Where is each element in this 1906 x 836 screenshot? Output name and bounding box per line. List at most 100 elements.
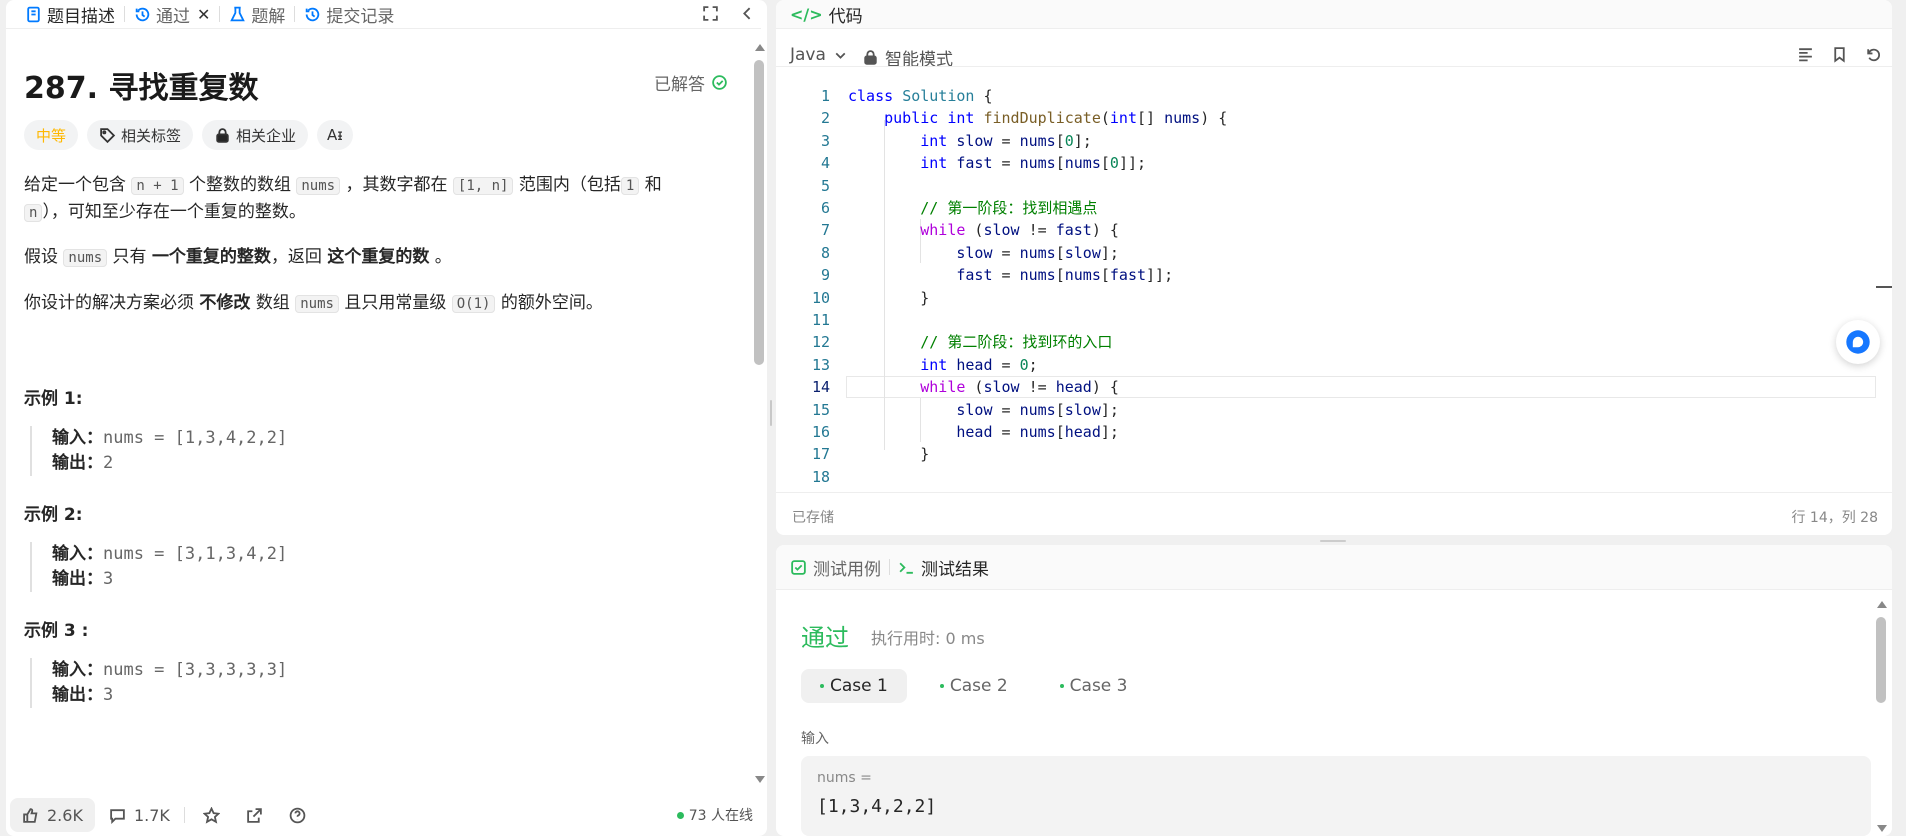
- code-line: 10 }: [811, 288, 930, 307]
- history-icon: [135, 7, 150, 21]
- tab-submissions-label: 提交记录: [326, 6, 395, 27]
- tab-solutions-label: 题解: [251, 6, 286, 27]
- code-header: </> 代码: [776, 0, 1892, 28]
- code-panel: </> 代码 Java 智能模式 1 class Solution { 2 pub…: [776, 0, 1892, 535]
- variable-value: [1,3,4,2,2]: [817, 796, 937, 817]
- like-count: 2.6K: [47, 805, 83, 825]
- variable-name: nums =: [817, 770, 872, 786]
- code-line: 12 // 第二阶段：找到环的入口: [811, 333, 1113, 352]
- collapse-icon[interactable]: [739, 5, 756, 22]
- assistant-button[interactable]: [1836, 320, 1880, 364]
- star-icon[interactable]: [202, 806, 220, 824]
- problem-title: 287. 寻找重复数: [24, 71, 259, 106]
- related-companies-label: 相关企业: [236, 126, 297, 145]
- code-line: 8 slow = nums[slow];: [820, 243, 1119, 262]
- language-label: Java: [790, 45, 826, 65]
- save-status: 已存储: [792, 510, 834, 526]
- terminal-icon: [899, 562, 913, 574]
- chat-bubble-icon: [1846, 330, 1870, 354]
- case-tab[interactable]: Case 2: [921, 669, 1027, 703]
- comment-count: 1.7K: [133, 805, 170, 825]
- cursor-position: 行 14，列 28: [1791, 510, 1878, 526]
- lock-icon: [864, 50, 877, 65]
- solved-status: 已解答: [654, 70, 728, 95]
- help-icon[interactable]: [289, 807, 306, 824]
- scroll-up-arrow[interactable]: [1877, 601, 1887, 608]
- result-status: 通过: [801, 624, 849, 652]
- thumbs-up-icon: [23, 807, 38, 823]
- like-button[interactable]: 2.6K: [10, 798, 95, 832]
- code-line: 17 }: [811, 445, 930, 464]
- description-paragraph-3: 你设计的解决方案必须 不修改 数组 nums 且只用常量级 O(1) 的额外空间…: [24, 293, 603, 313]
- code-line: 3 int slow = nums[0];: [820, 131, 1092, 150]
- divider: [776, 492, 1892, 493]
- comments-button[interactable]: 1.7K: [95, 806, 184, 825]
- tab-accepted-label: 通过: [156, 6, 190, 27]
- code-title: 代码: [828, 6, 863, 27]
- vertical-resize-handle[interactable]: [770, 400, 772, 426]
- code-line: 13 int head = 0;: [811, 355, 1038, 374]
- example-block: 输入：nums = [1,3,4,2,2] 输出：2: [30, 426, 287, 476]
- code-icon: </>: [790, 4, 823, 24]
- case-tab[interactable]: Case 3: [1041, 669, 1147, 703]
- related-tags-label: 相关标签: [121, 126, 182, 145]
- description-paragraph-2: 假设 nums 只有 一个重复的整数，返回 这个重复的数 。: [24, 247, 452, 267]
- related-companies-button[interactable]: 相关企业: [202, 120, 309, 150]
- tab-accepted[interactable]: 通过 ✕: [125, 0, 219, 28]
- case-tabs: Case 1 Case 2 Case 3: [801, 669, 1146, 703]
- related-tags-button[interactable]: 相关标签: [87, 120, 194, 150]
- lock-icon: [216, 127, 229, 143]
- scrollbar-thumb[interactable]: [1876, 617, 1886, 703]
- input-box: nums = [1,3,4,2,2]: [801, 756, 1871, 836]
- left-tab-bar: 题目描述 通过 ✕ 题解 提交记录: [6, 0, 767, 28]
- online-dot: [676, 811, 684, 819]
- close-icon[interactable]: ✕: [197, 5, 210, 24]
- divider: [776, 28, 1892, 29]
- reset-icon[interactable]: [1865, 46, 1882, 63]
- case-label: Case 2: [949, 676, 1008, 696]
- code-line: 18: [811, 467, 830, 486]
- fullscreen-icon[interactable]: [702, 5, 719, 22]
- code-editor[interactable]: 1 class Solution { 2 public int findDupli…: [776, 85, 1876, 486]
- language-select[interactable]: Java: [790, 45, 849, 65]
- chevron-down-icon: [835, 52, 846, 59]
- translate-icon: Aᵻ: [327, 126, 343, 144]
- divider: [183, 807, 185, 823]
- tab-submissions[interactable]: 提交记录: [295, 0, 403, 28]
- example-heading: 示例 1:: [24, 389, 83, 409]
- code-line: 14 while (slow != head) {: [811, 378, 1119, 397]
- scroll-down-arrow[interactable]: [755, 776, 765, 783]
- checkbox-icon: [791, 559, 806, 575]
- example-block: 输入：nums = [3,3,3,3,3] 输出：3: [30, 658, 287, 708]
- example-heading: 示例 3 :: [24, 621, 89, 641]
- tab-description[interactable]: 题目描述: [16, 0, 124, 28]
- scroll-down-arrow[interactable]: [1877, 825, 1887, 832]
- problem-footer: 2.6K 1.7K 73 人在线: [6, 794, 767, 836]
- tab-solutions[interactable]: 题解: [220, 0, 294, 28]
- online-users: 73 人在线: [676, 805, 753, 825]
- divider: [776, 589, 1892, 590]
- history-icon: [306, 7, 320, 21]
- pass-dot: [1059, 684, 1064, 688]
- translate-button[interactable]: Aᵻ: [317, 120, 353, 150]
- example-heading: 示例 2:: [24, 505, 83, 525]
- share-icon[interactable]: [246, 807, 263, 824]
- problem-panel: 题目描述 通过 ✕ 题解 提交记录 287. 寻找重复数 已解答 中等 相关标签…: [6, 0, 767, 836]
- pass-dot: [939, 684, 944, 688]
- code-line: 15 slow = nums[slow];: [811, 400, 1119, 419]
- tab-test-result[interactable]: 测试结果: [898, 555, 989, 580]
- tab-testcase[interactable]: 测试用例: [790, 555, 881, 580]
- scroll-up-arrow[interactable]: [755, 44, 765, 51]
- online-count: 73 人在线: [688, 808, 753, 824]
- case-tab[interactable]: Case 1: [801, 669, 907, 703]
- format-icon[interactable]: [1797, 46, 1814, 63]
- scrollbar-thumb[interactable]: [754, 60, 764, 365]
- scroll-position-marker: [1876, 286, 1892, 288]
- tab-testcase-label: 测试用例: [813, 559, 881, 580]
- test-result-panel: 测试用例 测试结果 通过 执行用时: 0 ms Case 1 Case 2 Ca…: [776, 545, 1892, 836]
- bookmark-icon[interactable]: [1831, 46, 1848, 63]
- comment-icon: [110, 808, 125, 824]
- badge-row: 中等 相关标签 相关企业 Aᵻ: [24, 120, 353, 150]
- horizontal-resize-handle[interactable]: [1320, 540, 1346, 542]
- case-label: Case 3: [1069, 676, 1128, 696]
